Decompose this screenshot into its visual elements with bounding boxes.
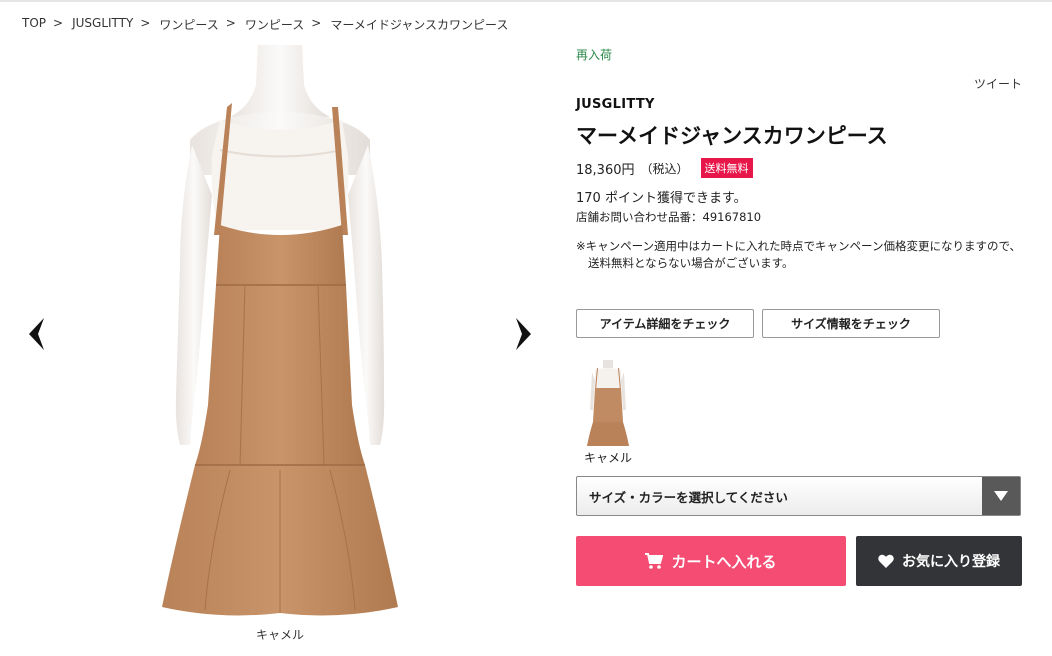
dropdown-button[interactable]: [982, 477, 1020, 515]
chevron-left-icon: [29, 318, 44, 350]
free-shipping-badge: 送料無料: [700, 158, 753, 178]
thumbnail-dress-image: [587, 360, 629, 446]
breadcrumb-current: マーメイドジャンスカワンピース: [330, 18, 509, 32]
breadcrumb-category[interactable]: ワンピース: [159, 16, 218, 33]
breadcrumb: TOP > JUSGLITTY > ワンピース > ワンピース > マーメイドジ…: [22, 16, 508, 33]
brand-name[interactable]: JUSGLITTY: [576, 97, 655, 112]
breadcrumb-top[interactable]: TOP: [22, 16, 46, 33]
tweet-link[interactable]: ツイート: [974, 75, 1022, 92]
sku-text: 店舗お問い合わせ品番：49167810: [576, 210, 762, 224]
item-detail-button[interactable]: アイテム詳細をチェック: [576, 309, 754, 338]
main-image-caption: キャメル: [255, 628, 304, 642]
top-border: [0, 0, 1052, 2]
add-to-cart-button[interactable]: カートへ入れる: [576, 536, 846, 586]
breadcrumb-subcategory[interactable]: ワンピース: [245, 16, 304, 33]
chevron-right-icon: [516, 318, 531, 350]
price: 18,360円: [576, 162, 635, 178]
product-main-image[interactable]: [80, 45, 480, 623]
notice-line-1: ※キャンペーン適用中はカートに入れた時点でキャンペーン価格変更になりますので、: [576, 239, 1022, 253]
caret-down-icon: [994, 491, 1008, 501]
size-color-select[interactable]: サイズ・カラーを選択してください: [576, 476, 1021, 516]
select-value: サイズ・カラーを選択してください: [589, 489, 788, 505]
gallery-prev-button[interactable]: [24, 316, 48, 352]
gallery-next-button[interactable]: [512, 316, 536, 352]
heart-icon: [878, 554, 894, 568]
breadcrumb-separator: >: [311, 16, 322, 30]
breadcrumb-separator: >: [225, 16, 236, 30]
color-thumbnail[interactable]: [585, 360, 631, 448]
campaign-notice: ※キャンペーン適用中はカートに入れた時点でキャンペーン価格変更になりますので、 …: [576, 238, 1036, 272]
favorite-button-label: お気に入り登録: [902, 554, 1000, 570]
cart-button-label: カートへ入れる: [671, 552, 777, 571]
restock-label: 再入荷: [576, 48, 613, 62]
size-info-button[interactable]: サイズ情報をチェック: [762, 309, 940, 338]
price-row: 18,360円 （税込） 送料無料: [576, 158, 753, 178]
breadcrumb-separator: >: [140, 16, 151, 30]
color-name: キャメル: [583, 451, 632, 465]
cart-icon: [645, 553, 664, 569]
notice-line-2: 送料無料とならない場合がございます。: [588, 256, 794, 270]
dress-illustration: [162, 45, 398, 616]
tax-note: （税込）: [640, 161, 689, 176]
product-title: マーメイドジャンスカワンピース: [576, 124, 888, 148]
breadcrumb-brand[interactable]: JUSGLITTY: [72, 16, 133, 33]
add-to-favorites-button[interactable]: お気に入り登録: [856, 536, 1022, 586]
breadcrumb-separator: >: [53, 16, 64, 30]
points-text: 170 ポイント獲得できます。: [576, 191, 747, 206]
